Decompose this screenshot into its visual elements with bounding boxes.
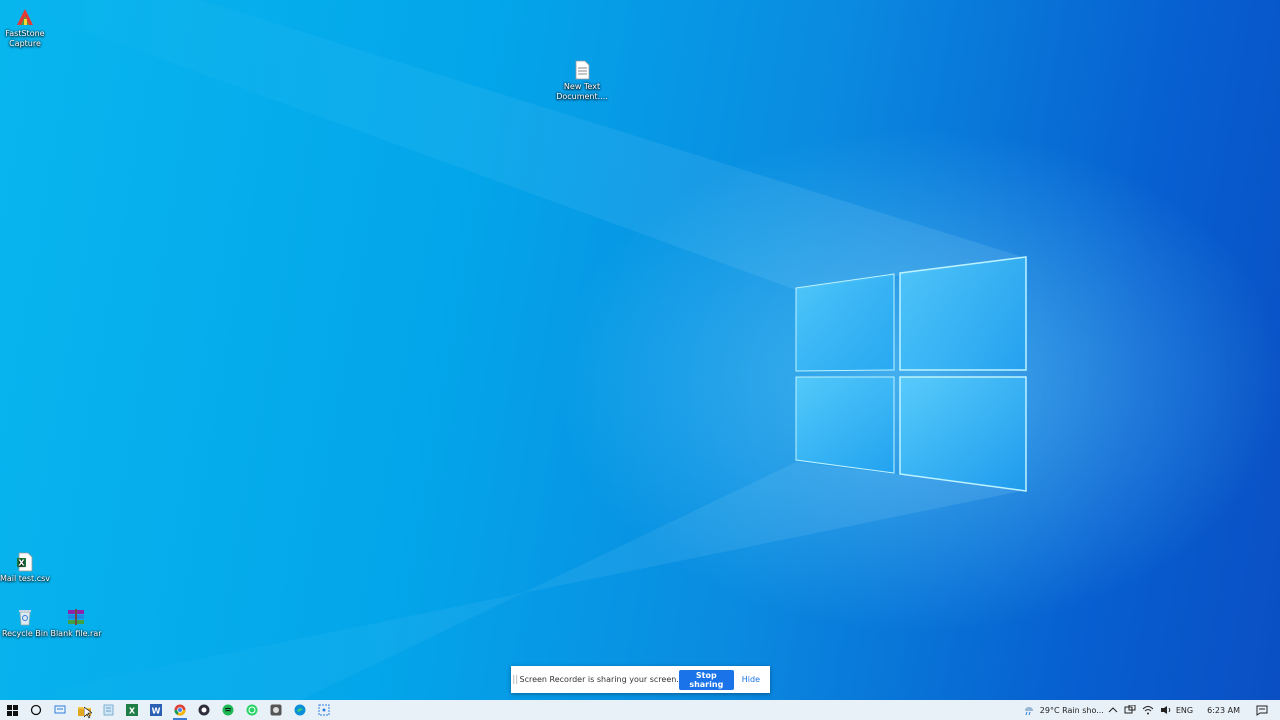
- mouse-cursor-icon: [84, 707, 92, 719]
- volume-icon[interactable]: [1160, 705, 1172, 715]
- task-view-button[interactable]: [48, 700, 72, 720]
- excel-icon: X: [126, 704, 138, 716]
- recycle-bin-icon: [19, 610, 31, 626]
- taskbar-edge[interactable]: [288, 700, 312, 720]
- faststone-capture-icon: [17, 9, 33, 25]
- spotify-icon: [222, 704, 234, 716]
- word-icon: W: [150, 704, 162, 716]
- chrome-icon: [174, 704, 186, 716]
- hide-link[interactable]: Hide: [742, 675, 760, 684]
- desktop-icon-new-text-document[interactable]: New Text Document....: [554, 60, 610, 102]
- excel-csv-icon: X: [17, 552, 33, 572]
- taskbar-chrome[interactable]: [168, 700, 192, 720]
- desktop-icon-faststone-capture[interactable]: FastStone Capture: [0, 7, 53, 49]
- taskbar: X W 29°C Rain sho... ENG 6:23 AM: [0, 700, 1280, 720]
- edge-icon: [294, 704, 306, 716]
- system-tray: 29°C Rain sho... ENG 6:23 AM: [1022, 700, 1280, 720]
- taskbar-notepad[interactable]: [96, 700, 120, 720]
- network-icon[interactable]: [1124, 705, 1136, 715]
- windows-logo-wallpaper: [0, 0, 1027, 700]
- drag-handle[interactable]: ||: [511, 675, 519, 685]
- desktop-icon-mail-test-csv[interactable]: X Mail test.csv: [0, 552, 53, 584]
- weather-widget[interactable]: 29°C Rain sho...: [1040, 706, 1104, 715]
- sharing-message: Screen Recorder is sharing your screen.: [519, 675, 679, 684]
- app-icon: [270, 704, 282, 716]
- clock[interactable]: 6:23 AM: [1207, 706, 1240, 715]
- desktop-wallpaper: FastStone Capture New Text Document.... …: [0, 0, 1280, 700]
- search-icon: [30, 704, 42, 716]
- whatsapp-icon: [246, 704, 258, 716]
- svg-text:X: X: [18, 559, 25, 568]
- weather-rain-icon: [1024, 707, 1033, 716]
- svg-text:X: X: [129, 707, 136, 716]
- svg-text:W: W: [152, 707, 161, 716]
- obs-icon: [198, 704, 210, 716]
- task-view-icon: [54, 705, 66, 714]
- stop-sharing-button[interactable]: Stop sharing: [678, 669, 734, 690]
- text-document-icon: [575, 60, 590, 80]
- taskbar-spotify[interactable]: [216, 700, 240, 720]
- windows-start-icon: [6, 704, 18, 716]
- taskbar-whatsapp[interactable]: [240, 700, 264, 720]
- taskbar-excel[interactable]: X: [120, 700, 144, 720]
- search-button[interactable]: [24, 700, 48, 720]
- desktop-icon-recycle-bin[interactable]: Recycle Bin: [0, 607, 53, 639]
- start-button[interactable]: [0, 700, 24, 720]
- show-hidden-icons-chevron-icon[interactable]: [1108, 706, 1118, 714]
- taskbar-obs[interactable]: [192, 700, 216, 720]
- winrar-archive-icon: [68, 609, 84, 625]
- notification-center-icon[interactable]: [1256, 705, 1268, 716]
- notepad-icon: [103, 704, 113, 716]
- wifi-icon[interactable]: [1142, 705, 1154, 715]
- desktop-icon-blank-file-rar[interactable]: Blank file.rar: [48, 607, 104, 639]
- screen-sharing-banner: || Screen Recorder is sharing your scree…: [511, 666, 770, 693]
- snipping-tool-icon: [318, 704, 330, 716]
- taskbar-snipping-tool[interactable]: [312, 700, 336, 720]
- taskbar-app[interactable]: [264, 700, 288, 720]
- taskbar-word[interactable]: W: [144, 700, 168, 720]
- language-indicator[interactable]: ENG: [1176, 706, 1193, 715]
